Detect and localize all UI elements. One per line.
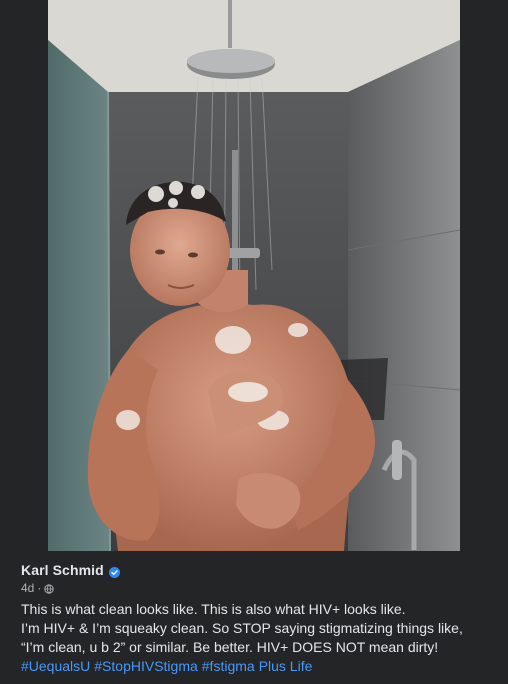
hashtag-link[interactable]: #fstigma	[202, 658, 255, 674]
post-body: This is what clean looks like. This is a…	[21, 600, 491, 676]
globe-icon[interactable]	[44, 583, 55, 594]
verified-badge-icon	[108, 565, 120, 578]
post-time[interactable]: 4d	[21, 581, 34, 595]
post-frame: Karl Schmid 4d · This is what clean look…	[0, 0, 508, 684]
hashtag-link[interactable]: #StopHIVStigma	[94, 658, 198, 674]
shower-photo	[48, 0, 460, 551]
post-line: I’m HIV+ & I’m squeaky clean. So STOP sa…	[21, 620, 463, 636]
post-line: “I’m clean, u b 2” or similar. Be better…	[21, 639, 439, 655]
author-row: Karl Schmid	[21, 562, 120, 578]
hashtag-link[interactable]: #UequalsU	[21, 658, 90, 674]
hashtag-link[interactable]: Plus Life	[259, 658, 313, 674]
post-line: This is what clean looks like. This is a…	[21, 601, 406, 617]
post-footer: Karl Schmid 4d · This is what clean look…	[0, 551, 508, 684]
post-meta: 4d ·	[21, 581, 55, 595]
post-photo[interactable]	[48, 0, 460, 551]
meta-separator: ·	[37, 581, 42, 595]
hashtag-row: #UequalsU #StopHIVStigma #fstigma Plus Life	[21, 657, 491, 676]
author-name[interactable]: Karl Schmid	[21, 562, 104, 578]
